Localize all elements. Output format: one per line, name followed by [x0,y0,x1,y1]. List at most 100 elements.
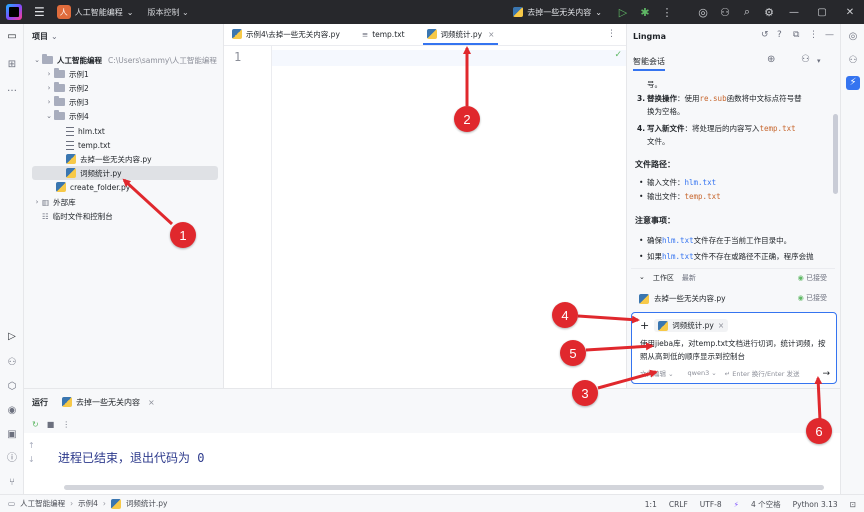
tree-item-label: 示例2 [69,83,89,93]
cursor-position[interactable]: 1:1 [645,500,657,509]
more-tabs-icon[interactable]: ⋮ [607,29,616,39]
user-icon[interactable]: ⚇ [801,54,810,65]
tree-item-folder[interactable]: ⌄ 示例4 [24,109,220,123]
ai-status-icon[interactable]: ⚡ [734,500,739,509]
search-icon[interactable]: ⌕ [736,5,758,19]
workspace-file[interactable]: 去掉一些无关内容.py [639,293,726,304]
structure-tool-icon[interactable]: ⊞ [5,58,19,72]
run-tool-icon[interactable]: ▷ [5,330,19,344]
lock-icon[interactable]: ⊡ [850,500,856,509]
git-icon[interactable]: ⑂ [5,476,19,490]
terminal-icon[interactable]: ▣ [5,428,19,442]
indent-setting[interactable]: 4 个空格 [751,499,781,510]
breadcrumb-item[interactable]: 示例4 [78,498,98,509]
folder-icon [54,68,65,78]
tree-item-scratches[interactable]: ☷ 临时文件和控制台 [24,209,220,223]
folder-icon [42,54,53,64]
minimize-button[interactable]: — [780,7,808,18]
python-console-icon[interactable]: ⚇ [5,356,19,370]
tree-item-folder[interactable]: › 示例1 [24,67,220,81]
ai-assistant-icon[interactable]: ◎ [692,6,714,19]
response-item: 4. 写入新文件：将处理后的内容写入temp.txt 文件。 [635,122,831,148]
chevron-down-icon: ⌄ [46,112,52,120]
run-tab[interactable]: 去掉一些无关内容 × [62,397,155,408]
add-context-button[interactable]: + [640,319,649,332]
inline-code: re.sub [699,94,727,103]
file-encoding[interactable]: UTF-8 [700,500,722,509]
help-icon[interactable]: ? [777,30,782,40]
tree-item-file[interactable]: temp.txt [24,138,220,152]
stop-icon[interactable]: ■ [47,420,55,429]
editor-tab-active[interactable]: 词频统计.py × [419,23,503,45]
send-hint: ↵ Enter 换行/Enter 发送 [724,370,800,378]
project-tool-icon[interactable]: ▭ [5,30,19,44]
more-actions-icon[interactable]: ⋮ [656,6,678,19]
python-packages-icon[interactable]: ⬡ [5,380,19,394]
more-tools-icon[interactable]: … [5,82,19,96]
rerun-icon[interactable]: ↻ [32,420,39,429]
close-icon[interactable]: × [488,30,494,39]
editor-tab[interactable]: ≡ temp.txt [354,23,413,45]
send-button[interactable]: → [822,369,830,379]
maximize-button[interactable]: ▢ [808,7,836,18]
close-window-button[interactable]: ✕ [836,7,864,18]
model-selector[interactable]: qwen3 ⌄ [688,369,717,377]
tab-smart-chat[interactable]: 智能会话 [633,56,665,71]
python-file-icon [658,320,669,331]
response-item: 3. 替换操作：使用re.sub函数将中文标点符号替 换为空格。 [635,92,831,118]
more-options-icon[interactable]: ⋮ [62,420,70,429]
run-icon[interactable]: ▷ [612,6,634,19]
debug-icon[interactable]: ✱ [634,6,656,19]
services-icon[interactable]: ◉ [5,404,19,418]
new-window-icon[interactable]: ⧉ [793,30,799,40]
ai-scrollbar[interactable] [833,114,838,194]
breadcrumb-item[interactable]: 词频统计.py [126,498,168,509]
chat-input-box[interactable]: + 词频统计.py × 使用jieba库，对temp.txt文档进行切词，统计词… [631,312,837,384]
new-chat-icon[interactable]: ⊕ [767,54,775,65]
item-text: ：使用 [677,94,700,103]
add-user-icon[interactable]: ⚇ [714,6,736,19]
minimize-panel-icon[interactable]: — [825,30,834,40]
tree-item-folder[interactable]: › 示例2 [24,81,220,95]
close-icon[interactable]: × [718,321,724,330]
tree-item-root[interactable]: ⌄ 人工智能编程 C:\Users\sammy\人工智能编程 [24,53,220,67]
chat-input-text[interactable]: 使用jieba库，对temp.txt文档进行切词，统计词频，按照从高到低的顺序显… [640,337,826,363]
breadcrumb-item[interactable]: 人工智能编程 [20,498,65,509]
vcs-menu[interactable]: 版本控制 ⌄ [147,7,188,18]
tree-item-file-selected[interactable]: 词频统计.py [32,166,218,180]
ai-chat-icon[interactable]: ⚇ [846,54,860,68]
main-menu-button[interactable]: ☰ [34,5,45,19]
console-scrollbar[interactable] [64,485,824,490]
chevron-down-icon[interactable]: ▾ [817,57,821,65]
tree-item-file[interactable]: hlm.txt [24,124,220,138]
tree-item-folder[interactable]: › 示例3 [24,95,220,109]
tree-item-file[interactable]: 去掉一些无关内容.py [24,152,220,166]
close-icon[interactable]: × [148,398,155,407]
context-file-chip[interactable]: 词频统计.py × [654,319,729,332]
editor-tab[interactable]: 示例4\去掉一些无关内容.py [224,23,348,45]
gear-icon[interactable]: ⚙ [758,6,780,19]
workspace-header[interactable]: ⌄ 工作区 最新 [639,273,696,283]
arrow-up-icon[interactable]: ↑ [28,439,42,453]
app-logo-icon[interactable] [6,4,22,20]
project-switcher[interactable]: 人 人工智能编程 ⌄ [56,5,133,19]
problems-icon[interactable]: ⓘ [5,452,19,466]
notifications-icon[interactable]: ◎ [846,30,860,44]
workspace-latest: 最新 [681,274,696,282]
editor-area: 示例4\去掉一些无关内容.py ≡ temp.txt 词频统计.py × ⋮ 1… [224,24,626,388]
inspection-ok-icon[interactable]: ✓ [614,50,622,60]
arrow-down-icon[interactable]: ↓ [28,453,42,467]
history-icon[interactable]: ↺ [761,30,769,40]
python-interpreter[interactable]: Python 3.13 [793,500,838,509]
line-separator[interactable]: CRLF [669,500,688,509]
mode-selector[interactable]: 文件编辑 ⌄ [640,368,674,378]
project-panel-header[interactable]: 项目 ⌄ [24,24,223,48]
run-config-selector[interactable]: 去掉一些无关内容 ⌄ [513,7,602,18]
tree-item-external-libs[interactable]: › ▥ 外部库 [24,195,220,209]
chevron-down-icon: ⌄ [639,273,645,281]
tree-item-file[interactable]: create_folder.py [24,180,220,194]
code-line[interactable] [272,50,626,66]
lingma-icon[interactable]: ⚡ [846,76,860,90]
python-file-icon [110,498,121,509]
more-options-icon[interactable]: ⋮ [809,30,818,40]
